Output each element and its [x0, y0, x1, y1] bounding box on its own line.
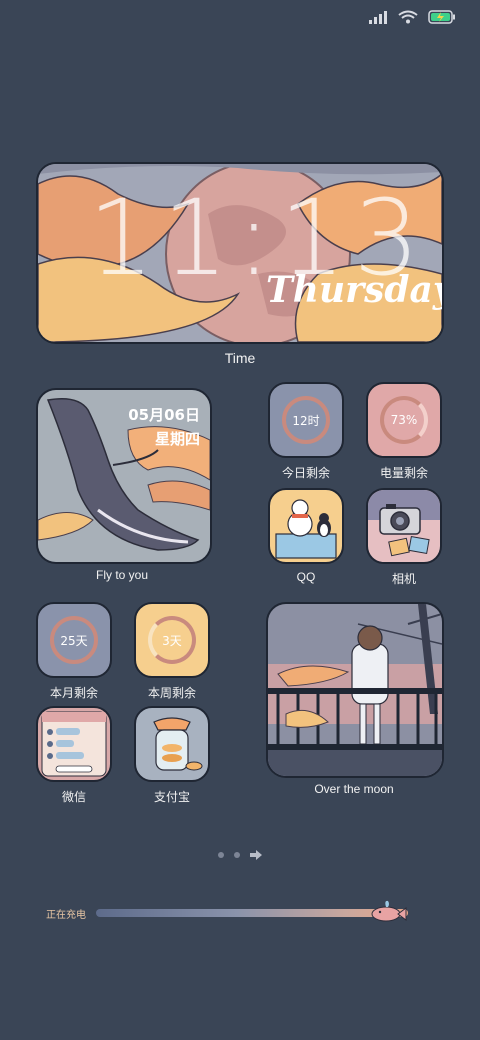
chat-icon	[41, 711, 107, 777]
app-wechat-label: 微信	[61, 790, 86, 804]
snowman-penguin-icon	[275, 499, 337, 559]
battery-charging-icon	[428, 10, 455, 24]
time-widget[interactable]: 11:13 Thursday	[36, 162, 444, 344]
app-today-label: 今日剩余	[281, 466, 330, 480]
app-month-remaining[interactable]: 25天	[36, 602, 112, 678]
app-qq-label: QQ	[296, 570, 316, 584]
week-ring: 3天	[148, 616, 196, 664]
app-week-label: 本周剩余	[147, 686, 196, 700]
app-week-remaining[interactable]: 3天	[134, 602, 210, 678]
app-qq[interactable]	[268, 488, 344, 564]
moon-widget-label: Over the moon	[314, 782, 394, 796]
charging-label: 正在充电	[46, 910, 86, 921]
app-month-label: 本月剩余	[49, 686, 98, 700]
signal-icon	[369, 11, 387, 24]
date-widget[interactable]: 05月06日 星期四	[36, 388, 212, 564]
time-widget-label: Time	[224, 350, 256, 366]
charging-progress-bar	[96, 909, 408, 917]
month-ring: 25天	[50, 616, 98, 664]
app-camera-label: 相机	[391, 572, 416, 586]
app-alipay[interactable]	[134, 706, 210, 782]
weekday-text: 星期四	[154, 430, 200, 448]
battery-ring: 73%	[380, 396, 428, 444]
wifi-icon	[398, 10, 418, 24]
page-dot	[218, 852, 224, 858]
girl-at-railing-illustration	[268, 604, 442, 776]
camera-icon	[368, 490, 440, 557]
date-widget-label: Fly to you	[95, 568, 149, 582]
arrow-right-icon	[250, 850, 262, 860]
page-dot	[234, 852, 240, 858]
app-battery-label: 电量剩余	[379, 466, 428, 480]
weekday-script: Thursday	[266, 269, 444, 311]
page-indicator[interactable]	[218, 850, 262, 860]
moon-widget[interactable]	[266, 602, 444, 778]
app-alipay-label: 支付宝	[153, 790, 190, 804]
today-ring: 12时	[282, 396, 330, 444]
app-today-remaining[interactable]: 12时	[268, 382, 344, 458]
app-battery-remaining[interactable]: 73%	[366, 382, 442, 458]
app-camera[interactable]	[366, 488, 442, 564]
jar-icon	[153, 717, 203, 771]
whale-icon	[371, 900, 407, 922]
app-wechat[interactable]	[36, 706, 112, 782]
date-text: 05月06日	[128, 406, 200, 424]
status-bar	[368, 10, 456, 24]
